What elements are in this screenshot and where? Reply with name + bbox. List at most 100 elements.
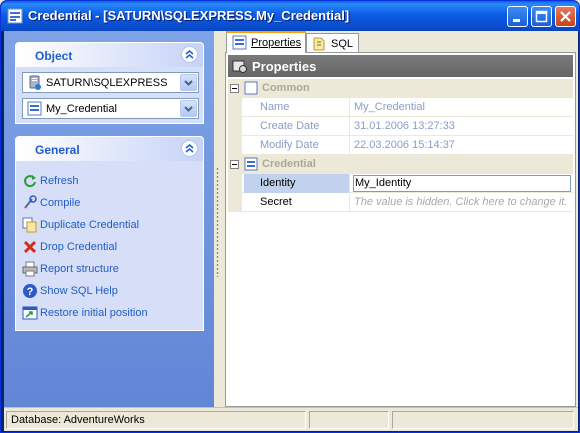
tab-sql[interactable]: SQL [306, 33, 359, 53]
navigation-pane: Object SATURN\SQLEXPRESS My_Credential G… [4, 31, 214, 407]
credential-window-icon [7, 8, 23, 24]
common-category-icon [244, 81, 258, 95]
tab-properties[interactable]: Properties [226, 31, 306, 53]
refresh-label: Refresh [40, 175, 79, 187]
row-gutter [228, 117, 242, 136]
property-name: Secret [244, 193, 350, 212]
minimize-button[interactable] [507, 6, 528, 27]
server-icon [29, 75, 41, 90]
property-row-secret[interactable]: Secret The value is hidden. Click here t… [228, 193, 573, 212]
property-value: 22.03.2006 15:14:37 [354, 139, 455, 151]
properties-header: Properties [228, 55, 573, 77]
report-structure-link[interactable]: Report structure [22, 260, 200, 278]
object-combo[interactable]: My_Credential [22, 98, 199, 119]
drop-icon [23, 240, 37, 254]
identity-value-cell: My_Identity [350, 174, 573, 193]
close-button[interactable] [555, 6, 576, 27]
report-structure-label: Report structure [40, 263, 119, 275]
property-row-identity[interactable]: Identity My_Identity [228, 174, 573, 193]
property-name: Name [244, 98, 350, 117]
help-icon: ? [23, 284, 37, 298]
duplicate-credential-link[interactable]: Duplicate Credential [22, 216, 200, 234]
restore-initial-position-link[interactable]: Restore initial position [22, 304, 200, 322]
editor-area: Properties SQL Properties Common Name My… [222, 31, 578, 407]
object-panel-header[interactable]: Object [16, 43, 203, 67]
object-combo-value: My_Credential [46, 103, 117, 115]
collapse-credential-icon[interactable] [230, 160, 239, 169]
status-panel-3 [392, 411, 574, 429]
compile-label: Compile [40, 197, 81, 209]
general-panel-header[interactable]: General [16, 137, 203, 161]
chevron-down-icon [184, 106, 193, 112]
svg-text:?: ? [27, 286, 34, 298]
category-credential-label: Credential [262, 158, 316, 170]
row-gutter [228, 174, 242, 193]
status-panel-2 [309, 411, 389, 429]
collapse-common-icon[interactable] [230, 84, 239, 93]
properties-header-title: Properties [252, 59, 317, 74]
general-panel-collapse-button[interactable] [181, 140, 198, 157]
show-sql-help-label: Show SQL Help [40, 285, 118, 297]
duplicate-icon [22, 217, 37, 233]
maximize-icon [535, 10, 548, 23]
refresh-icon [24, 175, 36, 188]
server-combo[interactable]: SATURN\SQLEXPRESS [22, 72, 199, 93]
property-value: 31.01.2006 13:27:33 [354, 120, 455, 132]
server-combo-dropdown-button[interactable] [180, 74, 197, 91]
object-panel: Object SATURN\SQLEXPRESS My_Credential [15, 42, 204, 124]
compile-link[interactable]: Compile [22, 194, 200, 212]
server-combo-value: SATURN\SQLEXPRESS [46, 77, 168, 89]
category-credential[interactable]: Credential [228, 155, 573, 174]
tab-sql-label: SQL [331, 38, 354, 50]
credential-category-icon [244, 157, 258, 171]
object-panel-title: Object [35, 49, 73, 63]
properties-tab-icon [232, 35, 247, 50]
status-bar: Database: AdventureWorks [4, 407, 578, 431]
object-panel-collapse-button[interactable] [181, 46, 198, 63]
tab-properties-label: Properties [251, 37, 302, 49]
restore-initial-position-label: Restore initial position [40, 307, 148, 319]
minimize-icon [513, 19, 520, 22]
chevron-down-icon [184, 80, 193, 86]
properties-tab-page: Properties Common Name My_Credential Cre… [225, 52, 576, 407]
secret-value[interactable]: The value is hidden. Click here to chang… [350, 193, 573, 212]
property-grid: Common Name My_Credential Create Date 31… [228, 79, 573, 404]
general-panel-title: General [35, 143, 80, 157]
properties-gear-icon [232, 60, 247, 73]
compile-icon [24, 195, 37, 209]
printer-icon [22, 261, 38, 277]
refresh-link[interactable]: Refresh [22, 172, 200, 190]
row-gutter [228, 136, 242, 155]
status-database-panel: Database: AdventureWorks [6, 411, 306, 429]
restore-icon [22, 306, 38, 320]
property-name: Create Date [244, 117, 350, 136]
maximize-button[interactable] [531, 6, 552, 27]
show-sql-help-link[interactable]: ? Show SQL Help [22, 282, 200, 300]
identity-input[interactable]: My_Identity [353, 175, 571, 192]
pane-splitter[interactable] [214, 31, 222, 407]
category-common[interactable]: Common [228, 79, 573, 98]
property-name: Modify Date [244, 136, 350, 155]
drop-credential-label: Drop Credential [40, 241, 118, 253]
credential-icon [27, 101, 42, 116]
general-panel: General Refresh Compile Duplicate Creden… [15, 136, 204, 331]
chevron-up-icon [185, 144, 194, 153]
title-bar[interactable]: Credential - [SATURN\SQLEXPRESS.My_Crede… [1, 1, 579, 31]
property-row-create-date[interactable]: Create Date 31.01.2006 13:27:33 [228, 117, 573, 136]
duplicate-credential-label: Duplicate Credential [40, 219, 140, 231]
splitter-grip[interactable] [216, 167, 219, 277]
row-gutter [228, 98, 242, 117]
object-combo-dropdown-button[interactable] [180, 100, 197, 117]
property-name: Identity [244, 174, 350, 193]
row-gutter [228, 193, 242, 212]
sql-tab-icon [313, 37, 325, 51]
credential-window: Credential - [SATURN\SQLEXPRESS.My_Crede… [0, 0, 580, 433]
property-row-modify-date[interactable]: Modify Date 22.03.2006 15:14:37 [228, 136, 573, 155]
chevron-up-icon [185, 50, 194, 59]
category-common-label: Common [262, 82, 310, 94]
drop-credential-link[interactable]: Drop Credential [22, 238, 200, 256]
window-title: Credential - [SATURN\SQLEXPRESS.My_Crede… [28, 8, 350, 23]
property-row-name[interactable]: Name My_Credential [228, 98, 573, 117]
property-value: My_Credential [354, 101, 425, 113]
window-client-area: Object SATURN\SQLEXPRESS My_Credential G… [4, 31, 578, 431]
